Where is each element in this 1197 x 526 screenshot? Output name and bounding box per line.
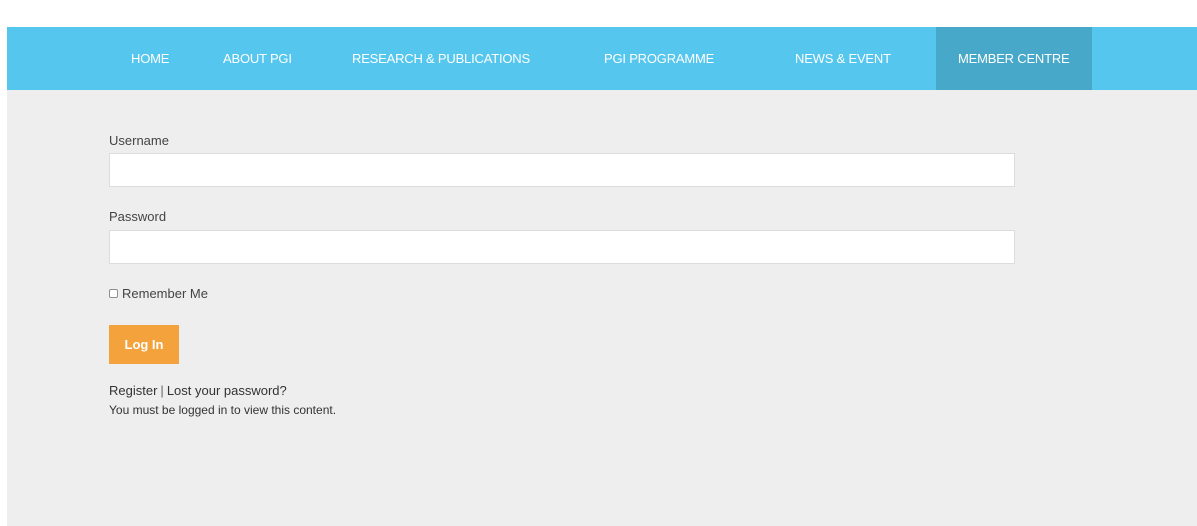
- nav-item-member-centre[interactable]: MEMBER CENTRE: [936, 27, 1092, 90]
- log-in-button[interactable]: Log In: [109, 325, 179, 364]
- lost-password-link[interactable]: Lost your password?: [167, 383, 287, 398]
- remember-me-row: Remember Me: [109, 286, 208, 301]
- nav-item-news-event[interactable]: NEWS & EVENT: [795, 27, 891, 90]
- register-link[interactable]: Register: [109, 383, 157, 398]
- nav-item-home[interactable]: HOME: [131, 27, 169, 90]
- nav-item-pgi-programme[interactable]: PGI PROGRAMME: [604, 27, 714, 90]
- nav-item-about-pgi[interactable]: ABOUT PGI: [223, 27, 292, 90]
- username-label: Username: [109, 133, 169, 148]
- username-input[interactable]: [109, 153, 1015, 187]
- link-separator: |: [160, 383, 164, 398]
- page-content: HOME ABOUT PGI RESEARCH & PUBLICATIONS P…: [7, 27, 1197, 526]
- login-required-notice: You must be logged in to view this conte…: [109, 403, 337, 417]
- account-links: Register | Lost your password?: [109, 383, 287, 398]
- remember-me-label: Remember Me: [122, 286, 208, 301]
- password-label: Password: [109, 209, 167, 224]
- main-navbar: HOME ABOUT PGI RESEARCH & PUBLICATIONS P…: [7, 27, 1197, 90]
- nav-item-research-publications[interactable]: RESEARCH & PUBLICATIONS: [352, 27, 530, 90]
- password-input[interactable]: [109, 230, 1015, 264]
- remember-me-checkbox[interactable]: [109, 289, 118, 298]
